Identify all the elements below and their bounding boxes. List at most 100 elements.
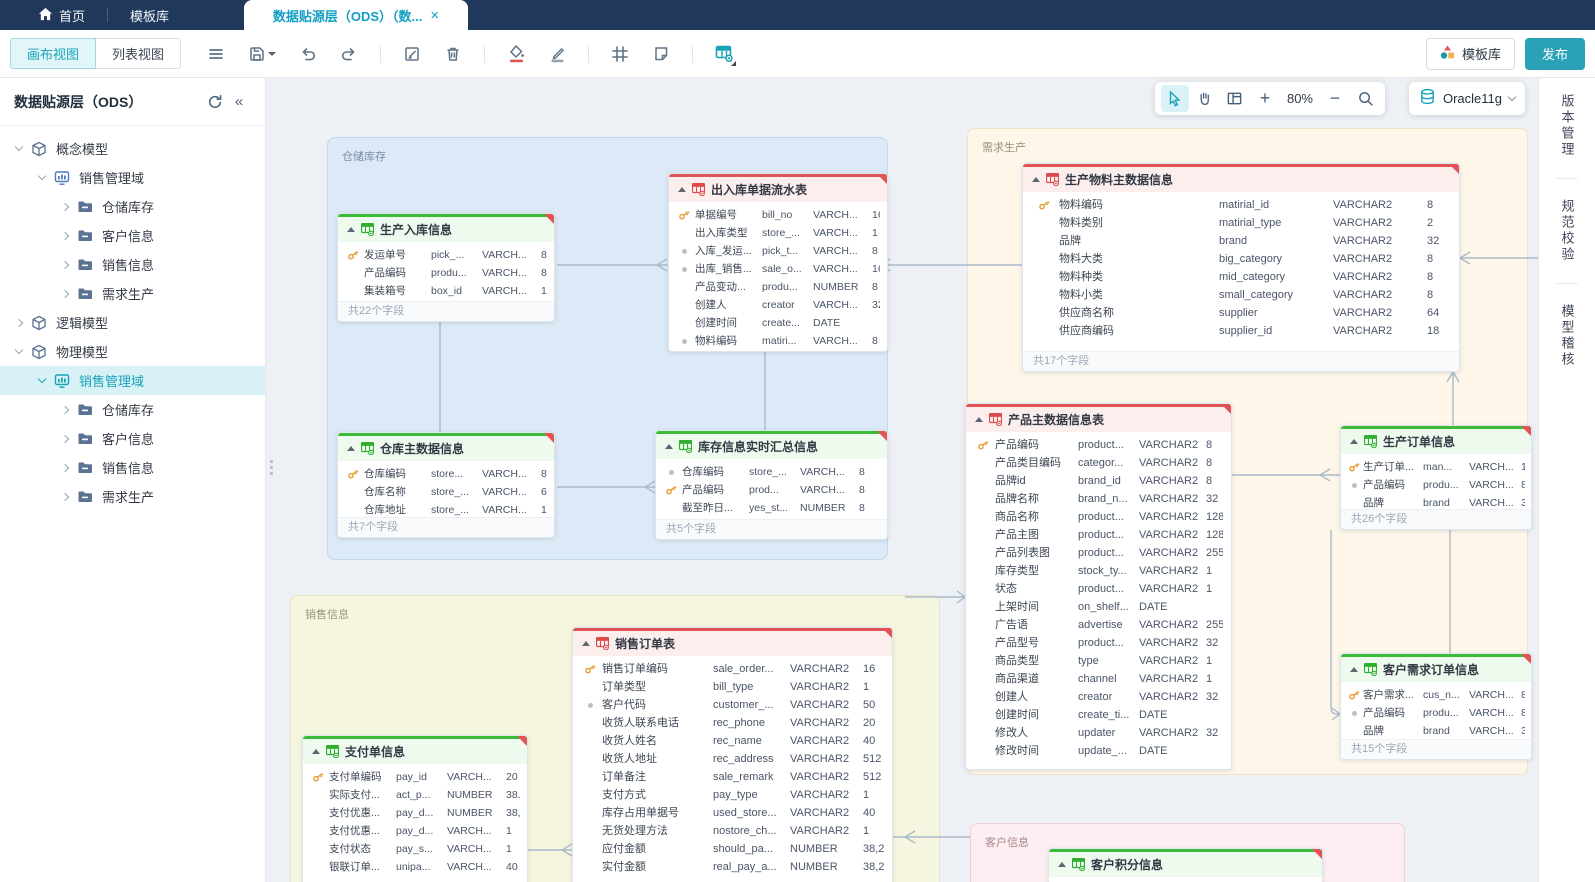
field-row-物料类别[interactable]: 物料类别matirial_typeVARCHAR22	[1023, 214, 1459, 232]
field-row-物料编码[interactable]: 物料编码matiri...VARCH...8	[669, 332, 887, 350]
close-icon[interactable]: ×	[430, 8, 439, 23]
field-row-集装箱号[interactable]: 集装箱号box_idVARCH...16	[338, 282, 554, 300]
field-row-物料大类[interactable]: 物料大类big_categoryVARCHAR28	[1023, 250, 1459, 268]
field-row-品牌[interactable]: 品牌brandVARCHAR232	[1023, 232, 1459, 250]
field-row-仓库编码[interactable]: 仓库编码store_...VARCH...8	[656, 463, 887, 481]
undo-icon[interactable]	[295, 41, 321, 67]
collapse-icon[interactable]	[1032, 177, 1040, 182]
field-row-应付金额[interactable]: 应付金额should_pa...NUMBER38,2	[573, 840, 892, 858]
field-row-供应商编码[interactable]: 供应商编码supplier_idVARCHAR218	[1023, 322, 1459, 340]
entity-生产物料主数据信息[interactable]: 生产物料主数据信息物料编码matirial_idVARCHAR28物料类别mat…	[1022, 163, 1460, 372]
entity-header[interactable]: 支付单信息	[303, 739, 527, 764]
field-row-品牌名称[interactable]: 品牌名称brand_n...VARCHAR232	[966, 490, 1231, 508]
field-row-仓库编码[interactable]: 仓库编码store...VARCH...8	[338, 465, 554, 483]
collapse-icon[interactable]	[347, 227, 355, 232]
chevron-right-icon[interactable]	[61, 289, 69, 297]
field-row-库存类型[interactable]: 库存类型stock_ty...VARCHAR21	[966, 562, 1231, 580]
field-row-产品型号[interactable]: 产品型号product...VARCHAR232	[966, 634, 1231, 652]
field-row-产品编码[interactable]: 产品编码product...VARCHAR28	[966, 436, 1231, 454]
field-row-物料编码[interactable]: 物料编码matirial_idVARCHAR28	[1023, 196, 1459, 214]
chevron-right-icon[interactable]	[15, 318, 23, 326]
entity-header[interactable]: 客户需求订单信息	[1341, 657, 1531, 682]
home-nav[interactable]: 首页	[38, 6, 85, 25]
refresh-icon[interactable]	[203, 90, 227, 114]
entity-产品主数据信息表[interactable]: 产品主数据信息表产品编码product...VARCHAR28产品类目编码cat…	[965, 403, 1232, 770]
field-row-支付状态[interactable]: 支付状态pay_s...VARCH...1	[303, 840, 527, 858]
entity-库存信息实时汇总信息[interactable]: 库存信息实时汇总信息仓库编码store_...VARCH...8产品编码prod…	[655, 430, 888, 540]
chevron-down-icon[interactable]	[38, 375, 46, 383]
field-row-品牌[interactable]: 品牌brandVARCH...32	[1341, 722, 1531, 740]
chevron-right-icon[interactable]	[61, 231, 69, 239]
field-row-单据编号[interactable]: 单据编号bill_noVARCH...16	[669, 206, 887, 224]
diagram-canvas[interactable]: + 80% − Oracle11g 仓储库存需求生产销售信息客户信息生产入库信息…	[266, 78, 1538, 882]
field-row-上架时间[interactable]: 上架时间on_shelf...DATE	[966, 598, 1231, 616]
tree-item-客户信息[interactable]: 客户信息	[0, 221, 265, 250]
field-row-生产订单...[interactable]: 生产订单...man...VARCH...16	[1341, 458, 1531, 476]
sidebar-resize-handle[interactable]	[270, 460, 273, 475]
tree-item-物理模型[interactable]: 物理模型	[0, 337, 265, 366]
field-row-支付优惠...[interactable]: 支付优惠...pay_d...VARCH...1	[303, 822, 527, 840]
edit-icon[interactable]	[399, 41, 425, 67]
field-row-出库_销售...[interactable]: 出库_销售...sale_o...VARCH...16	[669, 260, 887, 278]
zoom-in-icon[interactable]: +	[1251, 85, 1279, 112]
field-row-物料种类[interactable]: 物料种类mid_categoryVARCHAR28	[1023, 268, 1459, 286]
field-row-物料小类[interactable]: 物料小类small_categoryVARCHAR28	[1023, 286, 1459, 304]
field-row-供应商名称[interactable]: 供应商名称supplierVARCHAR264	[1023, 304, 1459, 322]
field-row-支付优惠...[interactable]: 支付优惠...pay_d...NUMBER38,2	[303, 804, 527, 822]
entity-客户积分信息[interactable]: 客户积分信息	[1048, 848, 1323, 882]
entity-header[interactable]: 库存信息实时汇总信息	[656, 434, 887, 459]
entity-header[interactable]: 出入库单据流水表	[669, 177, 887, 202]
entity-header[interactable]: 生产订单信息	[1341, 429, 1531, 454]
tree-item-需求生产[interactable]: 需求生产	[0, 482, 265, 511]
entity-销售订单表[interactable]: 销售订单表销售订单编码sale_order...VARCHAR216订单类型bi…	[572, 627, 893, 882]
field-row-创建时间[interactable]: 创建时间create...DATE	[669, 314, 887, 332]
database-type-select[interactable]: Oracle11g	[1409, 82, 1525, 115]
field-row-修改时间[interactable]: 修改时间update_...DATE	[966, 742, 1231, 760]
collapse-icon[interactable]	[1350, 667, 1358, 672]
collapse-icon[interactable]	[582, 641, 590, 646]
fill-color-icon[interactable]	[503, 41, 529, 67]
tree-item-需求生产[interactable]: 需求生产	[0, 279, 265, 308]
collapse-icon[interactable]	[347, 446, 355, 451]
publish-button[interactable]: 发布	[1525, 38, 1585, 70]
field-row-支付方式[interactable]: 支付方式pay_typeVARCHAR21	[573, 786, 892, 804]
entity-header[interactable]: 生产入库信息	[338, 217, 554, 242]
menu-icon[interactable]	[203, 41, 229, 67]
field-row-收货人地址[interactable]: 收货人地址rec_addressVARCHAR2512	[573, 750, 892, 768]
chevron-right-icon[interactable]	[61, 434, 69, 442]
field-row-无货处理方法[interactable]: 无货处理方法nostore_ch...VARCHAR21	[573, 822, 892, 840]
tree-item-仓储库存[interactable]: 仓储库存	[0, 192, 265, 221]
entity-支付单信息[interactable]: 支付单信息支付单编码pay_idVARCH...20实际支付...act_p..…	[302, 735, 528, 882]
save-icon[interactable]	[244, 41, 280, 67]
chevron-down-icon[interactable]	[15, 143, 23, 151]
field-row-收货人姓名[interactable]: 收货人姓名rec_nameVARCHAR240	[573, 732, 892, 750]
entity-生产入库信息[interactable]: 生产入库信息发运单号pick_...VARCH...8产品编码produ...V…	[337, 213, 555, 322]
pencil-icon[interactable]	[544, 41, 570, 67]
entity-header[interactable]: 产品主数据信息表	[966, 407, 1231, 432]
field-row-创建时间[interactable]: 创建时间create_ti...DATE	[966, 706, 1231, 724]
field-row-创建人[interactable]: 创建人creatorVARCHAR232	[966, 688, 1231, 706]
redo-icon[interactable]	[336, 41, 362, 67]
hand-icon[interactable]	[1191, 85, 1219, 112]
field-row-创建人[interactable]: 创建人creatorVARCH...32	[669, 296, 887, 314]
chevron-right-icon[interactable]	[61, 405, 69, 413]
field-row-发运单号[interactable]: 发运单号pick_...VARCH...8	[338, 246, 554, 264]
zoom-out-icon[interactable]: −	[1321, 85, 1349, 112]
field-row-广告语[interactable]: 广告语advertiseVARCHAR2255	[966, 616, 1231, 634]
tree-item-销售管理域[interactable]: 销售管理域	[0, 163, 265, 192]
field-row-实付金额[interactable]: 实付金额real_pay_a...NUMBER38,2	[573, 858, 892, 876]
field-row-修改人[interactable]: 修改人updaterVARCHAR232	[966, 724, 1231, 742]
search-icon[interactable]	[1351, 85, 1379, 112]
field-row-银联订单...[interactable]: 银联订单...unipa...VARCH...40	[303, 858, 527, 876]
field-row-实际支付...[interactable]: 实际支付...act_p...NUMBER38...	[303, 786, 527, 804]
field-row-产品编码[interactable]: 产品编码produ...VARCH...8	[1341, 476, 1531, 494]
field-row-产品类目编码[interactable]: 产品类目编码categor...VARCHAR28	[966, 454, 1231, 472]
field-row-支付单编码[interactable]: 支付单编码pay_idVARCH...20	[303, 768, 527, 786]
note-icon[interactable]	[648, 41, 674, 67]
collapse-icon[interactable]	[665, 444, 673, 449]
field-row-产品主图[interactable]: 产品主图product...VARCHAR2128	[966, 526, 1231, 544]
field-row-入库_发运...[interactable]: 入库_发运...pick_t...VARCH...8	[669, 242, 887, 260]
entity-header[interactable]: 仓库主数据信息	[338, 436, 554, 461]
field-row-产品编码[interactable]: 产品编码prod...VARCH...8	[656, 481, 887, 499]
save-caret-icon[interactable]	[268, 52, 276, 56]
